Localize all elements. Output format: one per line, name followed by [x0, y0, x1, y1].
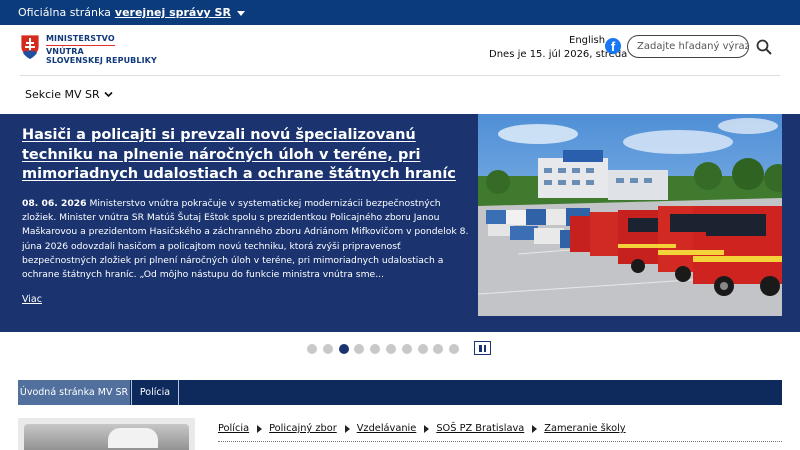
carousel-dot[interactable]	[338, 344, 349, 354]
chevron-right-icon	[532, 424, 538, 433]
language-link[interactable]: English	[569, 35, 605, 46]
header-divider	[20, 75, 780, 76]
tab-police[interactable]: Polícia	[131, 380, 179, 405]
search-icon[interactable]	[756, 39, 772, 55]
breadcrumb: Polícia Policajný zbor Vzdelávanie SOŠ P…	[218, 423, 626, 434]
search-input[interactable]	[627, 35, 749, 58]
carousel-dot[interactable]	[449, 344, 460, 354]
breadcrumb-divider	[218, 441, 782, 442]
carousel-dot[interactable]	[322, 344, 333, 354]
coat-of-arms-icon	[20, 34, 40, 60]
breadcrumb-item[interactable]: Zameranie školy	[544, 423, 625, 434]
carousel-dot[interactable]	[401, 344, 412, 354]
tab-home[interactable]: Úvodná stránka MV SR	[18, 380, 130, 405]
logo-line-2: VNÚTRA	[46, 46, 84, 56]
site-tabs: Úvodná stránka MV SR Polícia	[18, 380, 782, 405]
carousel-dot[interactable]	[433, 344, 444, 354]
carousel-dots	[307, 344, 465, 354]
gov-bar: Oficiálna stránka verejnej správy SR	[0, 0, 800, 25]
hero-photo	[478, 114, 782, 316]
carousel-dot[interactable]	[307, 344, 317, 354]
logo-line-1: MINISTERSTVO	[46, 34, 115, 46]
pause-icon[interactable]	[474, 341, 491, 355]
ministry-logo[interactable]: MINISTERSTVO VNÚTRA SLOVENSKEJ REPUBLIKY	[20, 34, 157, 66]
breadcrumb-item[interactable]: Vzdelávanie	[357, 423, 417, 434]
gov-bar-prefix: Oficiálna stránka	[18, 6, 111, 19]
logo-line-3: SLOVENSKEJ REPUBLIKY	[46, 56, 157, 65]
hero-carousel: Hasiči a policajti si prevzali novú špec…	[0, 114, 800, 332]
hero-text: Ministerstvo vnútra pokračuje v systemat…	[22, 198, 469, 281]
chevron-right-icon	[344, 424, 350, 433]
hero-title[interactable]: Hasiči a policajti si prevzali novú špec…	[22, 126, 462, 185]
carousel-dot[interactable]	[354, 344, 365, 354]
chevron-right-icon	[424, 424, 430, 433]
chevron-right-icon	[257, 424, 263, 433]
side-thumbnail	[18, 418, 195, 450]
hero-body: 08. 06. 2026 Ministerstvo vnútra pokraču…	[22, 197, 472, 282]
hero-date: 08. 06. 2026	[22, 198, 87, 209]
carousel-dot[interactable]	[370, 344, 381, 354]
chevron-down-icon	[104, 91, 113, 98]
chevron-down-icon[interactable]	[236, 10, 245, 16]
breadcrumb-item[interactable]: Policajný zbor	[269, 423, 337, 434]
breadcrumb-item[interactable]: SOŠ PZ Bratislava	[436, 423, 524, 434]
carousel-dot[interactable]	[417, 344, 428, 354]
section-menu-label: Sekcie MV SR	[25, 88, 100, 101]
hero-more-link[interactable]: Viac	[22, 294, 42, 305]
carousel-dot[interactable]	[385, 344, 396, 354]
breadcrumb-item[interactable]: Polícia	[218, 423, 249, 434]
gov-bar-link[interactable]: verejnej správy SR	[115, 6, 231, 19]
facebook-icon[interactable]: f	[605, 38, 621, 54]
section-menu-toggle[interactable]: Sekcie MV SR	[25, 88, 113, 101]
site-header: MINISTERSTVO VNÚTRA SLOVENSKEJ REPUBLIKY…	[0, 25, 800, 75]
